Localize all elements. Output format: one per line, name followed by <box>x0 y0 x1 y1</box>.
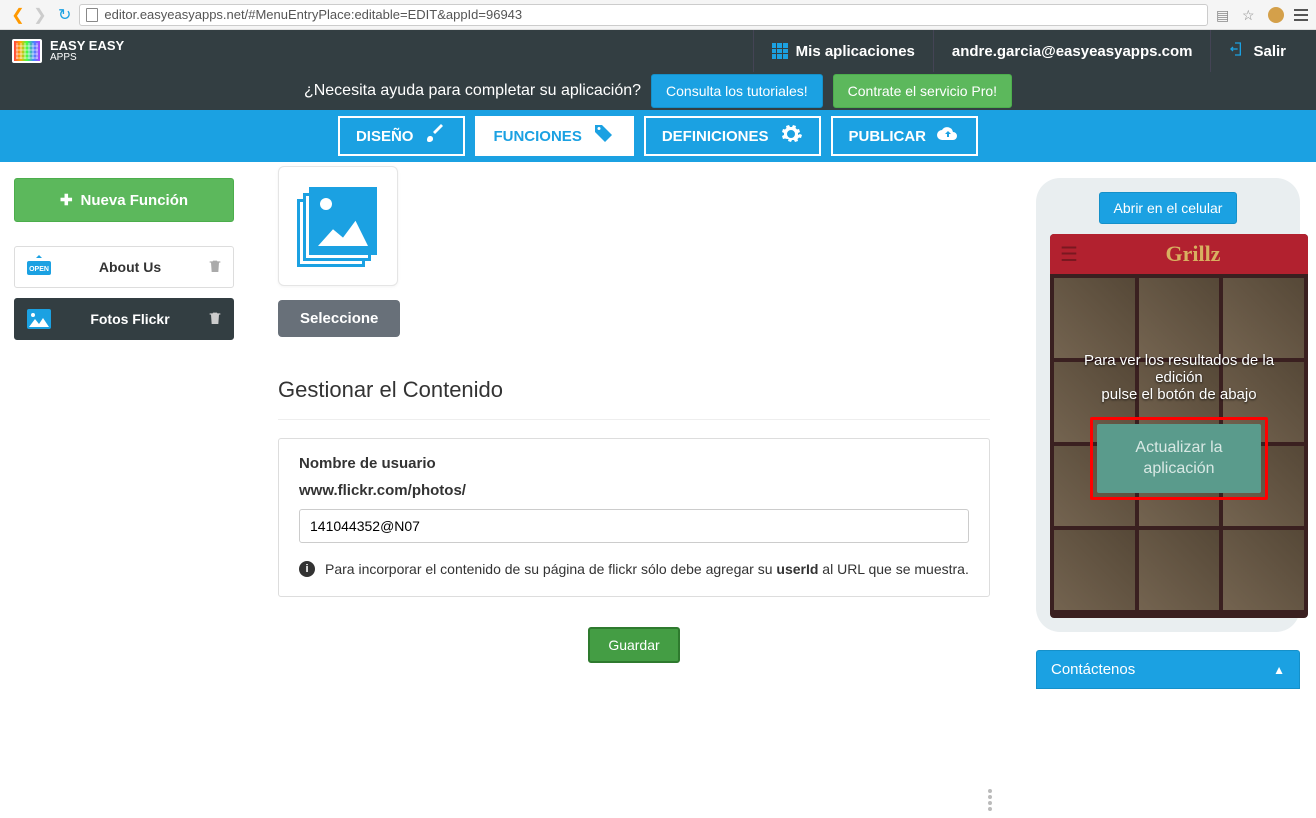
cookie-icon[interactable] <box>1268 7 1284 23</box>
pane-resize-handle[interactable] <box>988 782 994 818</box>
tab-definitions[interactable]: DEFINICIONES <box>644 116 821 156</box>
open-mobile-button[interactable]: Abrir en el celular <box>1099 192 1238 224</box>
save-button[interactable]: Guardar <box>588 627 679 663</box>
pro-service-button[interactable]: Contrate el servicio Pro! <box>833 74 1012 108</box>
gear-icon <box>779 122 803 150</box>
preview-panel: Abrir en el celular ☰ Grillz Para ver lo… <box>1020 162 1316 718</box>
divider <box>278 419 990 420</box>
tab-functions[interactable]: FUNCIONES <box>475 116 633 156</box>
page-icon <box>86 8 98 22</box>
apps-grid-icon <box>772 43 788 59</box>
phone-screen: ☰ Grillz Para ver los resultados de la e… <box>1050 234 1308 618</box>
image-stack-icon <box>297 185 379 267</box>
url-bar[interactable]: editor.easyeasyapps.net/#MenuEntryPlace:… <box>79 4 1208 26</box>
sidebar-item-about-us[interactable]: OPEN About Us <box>14 246 234 288</box>
plus-icon: ✚ <box>60 191 73 209</box>
preview-overlay: Para ver los resultados de la edición pu… <box>1050 234 1308 618</box>
update-highlight: Actualizar la aplicación <box>1090 417 1267 501</box>
info-message: i Para incorporar el contenido de su pág… <box>299 559 969 580</box>
tags-icon <box>592 122 616 150</box>
tab-publish[interactable]: PUBLICAR <box>831 116 979 156</box>
update-app-button[interactable]: Actualizar la aplicación <box>1097 424 1260 494</box>
contact-us-bar[interactable]: Contáctenos ▲ <box>1036 650 1300 689</box>
app-header: EASY EASY APPS Mis aplicaciones andre.ga… <box>0 30 1316 72</box>
url-text: editor.easyeasyapps.net/#MenuEntryPlace:… <box>104 7 522 22</box>
trash-icon[interactable] <box>207 258 223 277</box>
username-input[interactable] <box>299 509 969 543</box>
help-bar: ¿Necesita ayuda para completar su aplica… <box>0 72 1316 110</box>
my-apps-link[interactable]: Mis aplicaciones <box>753 30 933 72</box>
main-tabs: DISEÑO FUNCIONES DEFINICIONES PUBLICAR <box>0 110 1316 162</box>
phone-frame: Abrir en el celular ☰ Grillz Para ver lo… <box>1036 178 1300 632</box>
svg-text:OPEN: OPEN <box>29 266 49 273</box>
browser-reload[interactable]: ↻ <box>58 5 71 25</box>
open-sign-icon: OPEN <box>25 255 53 279</box>
logout-link[interactable]: Salir <box>1210 30 1304 72</box>
image-placeholder-card <box>278 166 398 286</box>
browser-forward[interactable]: ❯ <box>30 5 50 25</box>
tab-design[interactable]: DISEÑO <box>338 116 466 156</box>
chevron-up-icon: ▲ <box>1273 663 1285 677</box>
info-icon: i <box>299 561 315 577</box>
user-email[interactable]: andre.garcia@easyeasyapps.com <box>933 30 1211 72</box>
section-title: Gestionar el Contenido <box>278 377 990 403</box>
flickr-url-label: www.flickr.com/photos/ <box>299 482 969 499</box>
sidebar-item-fotos-flickr[interactable]: Fotos Flickr <box>14 298 234 340</box>
exit-icon <box>1229 41 1245 61</box>
help-question: ¿Necesita ayuda para completar su aplica… <box>304 82 641 100</box>
trash-icon[interactable] <box>207 310 223 329</box>
browser-chrome: ❮ ❯ ↻ editor.easyeasyapps.net/#MenuEntry… <box>0 0 1316 30</box>
content-panel: Nombre de usuario www.flickr.com/photos/… <box>278 438 990 597</box>
logo-icon <box>12 39 42 63</box>
bookmark-star-icon[interactable]: ☆ <box>1242 7 1258 23</box>
browser-menu-icon[interactable] <box>1294 9 1308 21</box>
browser-back[interactable]: ❮ <box>8 5 28 25</box>
sidebar: ✚ Nueva Función OPEN About Us Fotos Flic… <box>0 162 248 718</box>
translate-icon[interactable]: ▤ <box>1216 7 1232 23</box>
brush-icon <box>423 122 447 150</box>
tutorials-button[interactable]: Consulta los tutoriales! <box>651 74 823 108</box>
logo-text-1: EASY EASY <box>50 39 124 52</box>
logo[interactable]: EASY EASY APPS <box>12 39 124 63</box>
select-button[interactable]: Seleccione <box>278 300 400 337</box>
picture-icon <box>25 307 53 331</box>
username-label: Nombre de usuario <box>299 455 969 472</box>
logo-text-2: APPS <box>50 52 124 63</box>
content-area: Seleccione Gestionar el Contenido Nombre… <box>248 162 1020 718</box>
my-apps-label: Mis aplicaciones <box>796 43 915 60</box>
new-function-button[interactable]: ✚ Nueva Función <box>14 178 234 222</box>
cloud-upload-icon <box>936 122 960 150</box>
